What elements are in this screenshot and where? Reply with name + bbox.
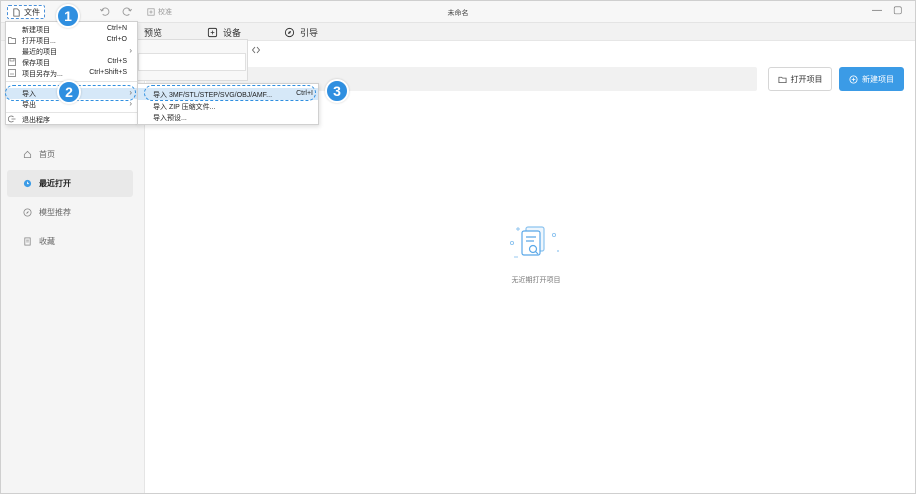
menu-item-shortcut: Ctrl+Shift+S — [89, 69, 127, 76]
guide-tab[interactable]: 引导 — [284, 26, 318, 39]
menu-item-import-presets[interactable]: 导入预设... — [138, 111, 318, 123]
device-label: 设备 — [223, 28, 242, 38]
compass-icon — [23, 208, 32, 217]
step-badge-1: 1 — [56, 4, 80, 28]
file-dropdown-menu: 新建项目 Ctrl+N 打开项目... Ctrl+O 最近的项目 › 保存项目 … — [5, 21, 138, 125]
step-badge-3: 3 — [325, 79, 349, 103]
menu-item-save-as[interactable]: 项目另存为... Ctrl+Shift+S — [6, 68, 137, 79]
sidebar-item-recommend[interactable]: 模型推荐 — [7, 199, 133, 226]
empty-documents-icon — [509, 226, 559, 258]
sidebar-item-recent[interactable]: 最近打开 — [7, 170, 133, 197]
background-input — [138, 53, 246, 71]
folder-open-icon — [8, 37, 16, 44]
menu-item-shortcut: Ctrl+S — [107, 58, 127, 65]
sidebar-item-label: 首页 — [39, 150, 55, 159]
menu-item-shortcut: Ctrl+O — [106, 36, 127, 43]
menu-item-save-project[interactable]: 保存项目 Ctrl+S — [6, 57, 137, 68]
menu-item-label: 项目另存为... — [22, 71, 63, 78]
minimize-button[interactable]: — — [872, 5, 882, 16]
guide-label: 引导 — [300, 28, 319, 38]
new-project-button[interactable]: 新建项目 — [839, 67, 904, 91]
sidebar-item-label: 收藏 — [39, 237, 55, 246]
step-badge-2: 2 — [57, 80, 81, 104]
bookmark-list-icon — [24, 237, 31, 246]
folder-icon — [777, 76, 787, 83]
plus-circle-icon — [849, 74, 858, 84]
clock-icon — [23, 179, 32, 188]
app-window: 文件 校准 未命名 — ▢ 预览 设备 引导 首页 最近打开 模型推荐 收藏 打… — [0, 0, 916, 494]
open-project-button[interactable]: 打开项目 — [768, 67, 832, 91]
compass-icon — [284, 27, 295, 38]
menu-item-label: 打开项目... — [22, 38, 56, 45]
sidebar-item-home[interactable]: 首页 — [7, 141, 133, 168]
home-icon — [23, 150, 32, 159]
sidebar-item-label: 模型推荐 — [39, 208, 71, 217]
preview-label: 预览 — [144, 28, 163, 38]
device-tab[interactable]: 设备 — [207, 26, 241, 39]
menu-item-label: 导出 — [22, 102, 36, 109]
device-icon — [207, 27, 218, 38]
code-chevron-icon[interactable] — [251, 45, 261, 55]
title-bar: 文件 校准 未命名 — ▢ — [1, 1, 915, 23]
chevron-right-icon: › — [129, 46, 132, 55]
menu-item-open-project[interactable]: 打开项目... Ctrl+O — [6, 35, 137, 46]
menu-item-shortcut: Ctrl+N — [106, 25, 127, 32]
sidebar-item-label: 最近打开 — [39, 179, 71, 188]
sidebar-item-favorites[interactable]: 收藏 — [7, 228, 133, 255]
preview-tab[interactable]: 预览 — [144, 26, 162, 39]
maximize-button[interactable]: ▢ — [893, 5, 902, 16]
open-project-label: 打开项目 — [790, 74, 823, 84]
empty-state-text: 无近期打开项目 — [511, 277, 561, 284]
save-as-icon — [8, 69, 16, 77]
import-models-highlight — [144, 85, 316, 101]
menu-divider — [6, 112, 137, 113]
window-title: 未命名 — [447, 10, 469, 17]
menu-item-label: 导入预设... — [153, 115, 187, 122]
menu-item-label: 退出程序 — [22, 117, 50, 124]
menu-item-label: 最近的项目 — [22, 49, 57, 56]
new-project-label: 新建项目 — [862, 74, 894, 84]
exit-icon — [8, 115, 16, 123]
menu-item-label: 新建项目 — [22, 27, 50, 34]
save-icon — [8, 58, 16, 66]
menu-item-exit[interactable]: 退出程序 — [6, 114, 137, 125]
menu-item-label: 保存项目 — [22, 60, 50, 67]
menu-item-recent-projects[interactable]: 最近的项目 › — [6, 46, 137, 57]
